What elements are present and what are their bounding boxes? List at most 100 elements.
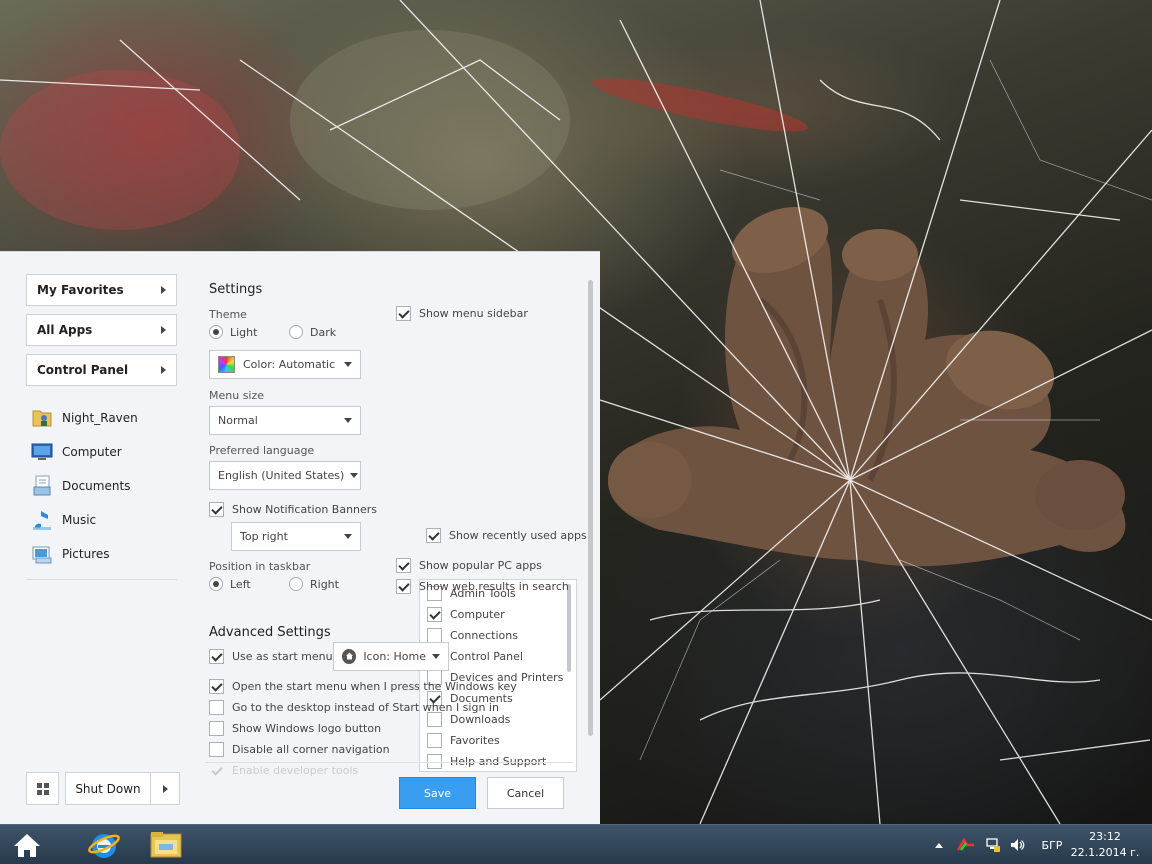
notification-position-dropdown[interactable]: Top right xyxy=(231,522,361,551)
chevron-right-icon xyxy=(162,784,168,793)
use-as-start-menu-checkbox[interactable]: Use as start menu xyxy=(209,649,333,664)
all-apps-button[interactable]: All Apps xyxy=(26,314,177,346)
cancel-button[interactable]: Cancel xyxy=(487,777,564,809)
sidebar-divider xyxy=(26,579,177,580)
desktop-on-signin-checkbox[interactable]: Go to the desktop instead of Start when … xyxy=(209,700,499,715)
popular-apps-label: Show popular PC apps xyxy=(419,559,542,572)
open-on-windows-key-checkbox[interactable]: Open the start menu when I press the Win… xyxy=(209,679,517,694)
popular-apps-checkbox[interactable]: Show popular PC apps xyxy=(396,558,542,573)
checkbox-indicator xyxy=(396,579,411,594)
recent-apps-label: Show recently used apps xyxy=(449,529,587,542)
start-icon-dropdown[interactable]: Icon: Home xyxy=(333,642,449,671)
input-language-indicator[interactable]: БГР xyxy=(1036,825,1068,864)
control-panel-label: Control Panel xyxy=(37,363,129,377)
chevron-right-icon xyxy=(161,326,166,334)
chevron-down-icon xyxy=(344,362,352,367)
corner-navigation-checkbox[interactable]: Disable all corner navigation xyxy=(209,742,390,757)
grid-icon xyxy=(36,782,42,788)
checkbox-indicator xyxy=(427,733,442,748)
chevron-down-icon xyxy=(344,534,352,539)
taskbar-right-label: Right xyxy=(310,577,339,591)
windows-logo-button-checkbox[interactable]: Show Windows logo button xyxy=(209,721,381,736)
web-results-checkbox[interactable]: Show web results in search xyxy=(396,579,569,594)
place-pictures[interactable]: Pictures xyxy=(30,541,110,567)
taskbar-internet-explorer[interactable] xyxy=(76,827,132,863)
sidebar-item-connections[interactable]: Connections xyxy=(427,628,518,643)
theme-dark-label: Dark xyxy=(310,325,337,339)
settings-scrollbar[interactable] xyxy=(588,280,593,736)
language-label: Preferred language xyxy=(209,444,315,457)
system-clock[interactable]: 23:12 22.1.2014 г. xyxy=(1070,829,1140,861)
show-sidebar-checkbox[interactable]: Show menu sidebar xyxy=(396,306,528,321)
tray-app-logo-icon xyxy=(957,838,974,851)
pictures-icon xyxy=(30,542,54,566)
computer-icon xyxy=(30,440,54,464)
language-dropdown[interactable]: English (United States) xyxy=(209,461,361,490)
volume-icon xyxy=(1011,839,1025,851)
checkbox-indicator xyxy=(209,502,224,517)
checkbox-indicator xyxy=(209,763,224,778)
sidebar-item-favorites[interactable]: Favorites xyxy=(427,733,500,748)
tray-app-icon[interactable] xyxy=(954,825,978,864)
network-icon xyxy=(986,838,1000,852)
windows-logo-button-label: Show Windows logo button xyxy=(232,722,382,735)
open-on-windows-key-label: Open the start menu when I press the Win… xyxy=(232,680,517,693)
save-button[interactable]: Save xyxy=(399,777,476,809)
taskbar-left-radio[interactable]: Left xyxy=(209,577,251,591)
checkbox-indicator xyxy=(209,742,224,757)
theme-light-label: Light xyxy=(230,325,258,339)
shut-down-options-button[interactable] xyxy=(151,773,179,804)
radio-indicator xyxy=(289,577,303,591)
network-tray-button[interactable] xyxy=(982,825,1004,864)
checkbox-indicator xyxy=(396,558,411,573)
sidebar-item-computer[interactable]: Computer xyxy=(427,607,505,622)
control-panel-button[interactable]: Control Panel xyxy=(26,354,177,386)
taskbar-file-explorer[interactable] xyxy=(138,827,194,863)
color-value: Color: Automatic xyxy=(243,358,336,371)
use-as-start-menu-label: Use as start menu xyxy=(232,650,333,663)
color-dropdown[interactable]: Color: Automatic xyxy=(209,350,361,379)
menu-size-label: Menu size xyxy=(209,389,265,402)
show-hidden-icons-button[interactable] xyxy=(932,825,946,864)
notification-banners-checkbox[interactable]: Show Notification Banners xyxy=(209,502,377,517)
taskbar-right-radio[interactable]: Right xyxy=(289,577,339,591)
settings-title: Settings xyxy=(209,282,263,297)
theme-light-radio[interactable]: Light xyxy=(209,325,257,339)
list-scrollbar[interactable] xyxy=(567,584,571,672)
start-button[interactable] xyxy=(0,825,54,864)
my-favorites-button[interactable]: My Favorites xyxy=(26,274,177,306)
developer-tools-label: Enable developer tools xyxy=(232,764,359,777)
my-favorites-label: My Favorites xyxy=(37,283,124,297)
home-icon xyxy=(342,649,357,664)
place-music[interactable]: Music xyxy=(30,507,96,533)
place-documents[interactable]: Documents xyxy=(30,473,130,499)
sidebar-item-label: Connections xyxy=(450,629,518,642)
desktop-on-signin-label: Go to the desktop instead of Start when … xyxy=(232,701,499,714)
checkbox-indicator xyxy=(209,649,224,664)
shut-down-button[interactable]: Shut Down xyxy=(66,773,151,804)
chevron-right-icon xyxy=(161,366,166,374)
theme-dark-radio[interactable]: Dark xyxy=(289,325,336,339)
chevron-down-icon xyxy=(344,418,352,423)
advanced-settings-title: Advanced Settings xyxy=(209,625,331,640)
show-sidebar-label: Show menu sidebar xyxy=(419,307,528,320)
recent-apps-checkbox[interactable]: Show recently used apps xyxy=(426,528,587,543)
chevron-down-icon xyxy=(432,654,440,659)
web-results-label: Show web results in search xyxy=(419,580,569,593)
checkbox-indicator xyxy=(426,528,441,543)
sidebar-item-label: Computer xyxy=(450,608,505,621)
checkbox-indicator xyxy=(427,628,442,643)
all-apps-grid-button[interactable] xyxy=(26,772,59,805)
volume-tray-button[interactable] xyxy=(1006,825,1028,864)
menu-size-dropdown[interactable]: Normal xyxy=(209,406,361,435)
language-value: English (United States) xyxy=(218,469,345,482)
place-computer[interactable]: Computer xyxy=(30,439,122,465)
all-apps-label: All Apps xyxy=(37,323,93,337)
checkbox-indicator xyxy=(209,679,224,694)
home-icon xyxy=(14,834,40,857)
corner-navigation-label: Disable all corner navigation xyxy=(232,743,390,756)
place-user-folder[interactable]: Night_Raven xyxy=(30,405,138,431)
sidebar-items-list[interactable]: Admin Tools Computer Connections Control… xyxy=(419,579,577,772)
place-label: Music xyxy=(62,513,97,527)
theme-label: Theme xyxy=(209,308,247,321)
